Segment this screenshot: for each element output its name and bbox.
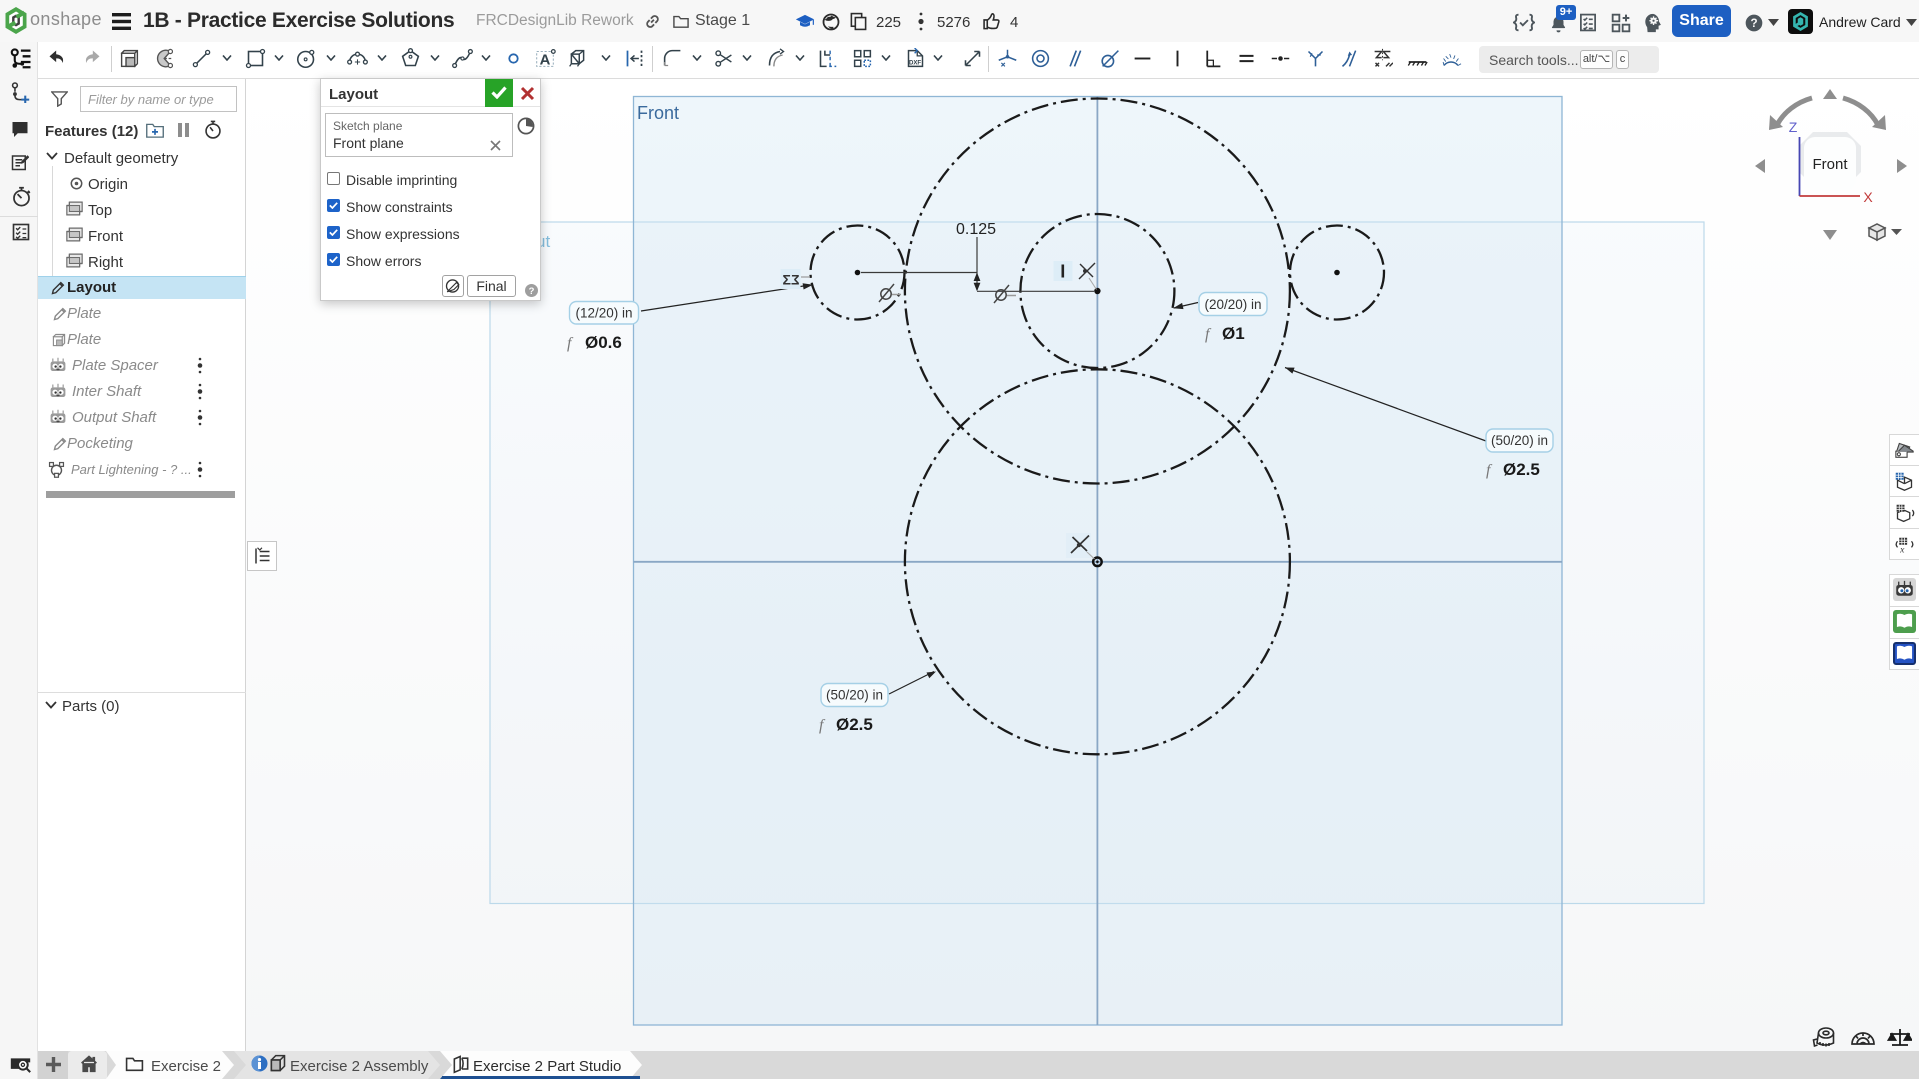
svg-text:Σ: Σ <box>791 272 799 288</box>
svg-text:(20/20) in: (20/20) in <box>1204 297 1261 312</box>
svg-text:(50/20) in: (50/20) in <box>1491 433 1548 448</box>
svg-text:A: A <box>540 53 551 69</box>
svg-text:(12/20) in: (12/20) in <box>575 306 632 321</box>
svg-text:Ø2.5: Ø2.5 <box>836 715 873 734</box>
svg-text:x: x <box>1899 545 1905 556</box>
svg-text:Front: Front <box>637 103 679 123</box>
svg-text:X: X <box>1863 189 1873 205</box>
svg-text:Ø2.5: Ø2.5 <box>1503 460 1540 479</box>
svg-text:?: ? <box>1750 17 1757 30</box>
svg-text:DXF: DXF <box>909 60 921 67</box>
svg-text:Σ: Σ <box>783 272 791 288</box>
svg-text:Front: Front <box>1812 156 1848 173</box>
svg-text:0.125: 0.125 <box>956 221 996 238</box>
svg-text:?: ? <box>529 286 535 297</box>
svg-text:(50/20) in: (50/20) in <box>826 688 883 703</box>
svg-text:Ø0.6: Ø0.6 <box>585 333 622 352</box>
svg-text:Z: Z <box>1789 119 1798 135</box>
svg-text:Ø1: Ø1 <box>1222 324 1245 343</box>
